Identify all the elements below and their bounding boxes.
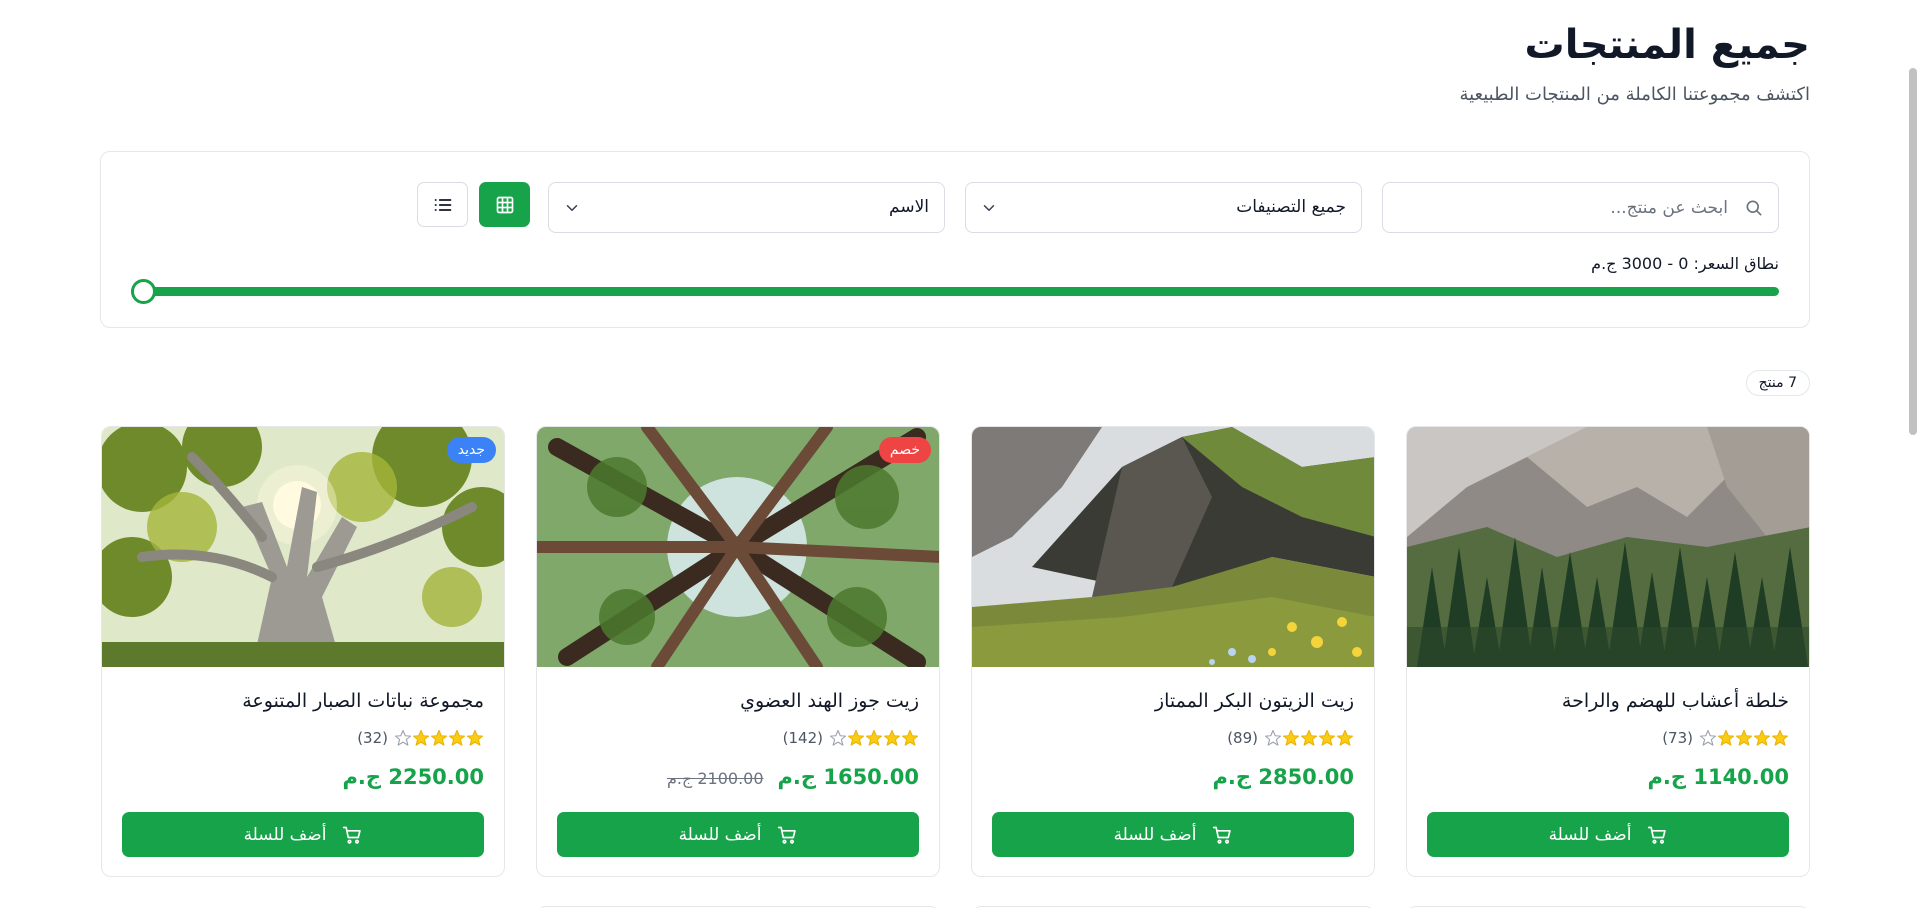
- list-view-button[interactable]: [417, 182, 468, 227]
- star-icon: [883, 729, 901, 746]
- rating-stars: [1699, 729, 1789, 747]
- star-icon: [1300, 729, 1318, 746]
- chevron-down-icon: [983, 205, 995, 211]
- product-price-row: 1140.00 ج.م: [1648, 765, 1789, 789]
- list-icon: [434, 198, 451, 211]
- sale-badge: خصم: [878, 437, 931, 463]
- product-rating: (32): [357, 729, 484, 747]
- filter-panel: جميع التصنيفات الاسم: [100, 151, 1810, 328]
- product-rating: (142): [783, 729, 919, 747]
- add-to-cart-label: أضف للسلة: [1548, 824, 1632, 845]
- product-price-row: 2250.00 ج.م: [343, 765, 484, 789]
- product-price-row: 2850.00 ج.م: [1213, 765, 1354, 789]
- star-icon: [829, 729, 847, 746]
- product-image[interactable]: خصم: [537, 427, 939, 667]
- results-count-badge: 7 منتج: [1745, 370, 1810, 396]
- sort-select[interactable]: الاسم: [548, 182, 945, 233]
- star-icon: [1771, 729, 1789, 746]
- chevron-down-icon: [566, 205, 578, 211]
- page-subtitle: اكتشف مجموعتنا الكاملة من المنتجات الطبي…: [1459, 84, 1810, 105]
- star-icon: [901, 729, 919, 746]
- add-to-cart-button[interactable]: أضف للسلة: [1427, 812, 1789, 857]
- product-price: 1650.00 ج.م: [777, 765, 919, 789]
- product-price: 2850.00 ج.م: [1212, 765, 1354, 789]
- star-icon: [1318, 729, 1336, 746]
- price-slider-track[interactable]: [131, 287, 1779, 296]
- rating-stars: [1264, 729, 1354, 747]
- search-field[interactable]: [1382, 182, 1779, 233]
- add-to-cart-button[interactable]: أضف للسلة: [122, 812, 484, 857]
- review-count: (73): [1662, 729, 1693, 747]
- product-image[interactable]: جديد: [102, 427, 504, 667]
- sort-select-value: الاسم: [889, 197, 929, 217]
- product-title[interactable]: خلطة أعشاب للهضم والراحة: [1562, 690, 1789, 712]
- price-slider-thumb[interactable]: [131, 279, 156, 304]
- star-icon: [865, 729, 883, 746]
- rating-stars: [829, 729, 919, 747]
- scrollbar-thumb[interactable]: [1909, 68, 1917, 435]
- cart-icon: [343, 826, 362, 844]
- star-icon: [1699, 729, 1717, 746]
- star-icon: [847, 729, 865, 746]
- category-select[interactable]: جميع التصنيفات: [965, 182, 1362, 233]
- star-icon: [1753, 729, 1771, 746]
- product-price: 2250.00 ج.م: [342, 765, 484, 789]
- product-rating: (89): [1227, 729, 1354, 747]
- product-old-price: 2100.00 ج.م: [666, 769, 764, 788]
- star-icon: [1282, 729, 1300, 746]
- star-icon: [466, 729, 484, 746]
- star-icon: [430, 729, 448, 746]
- mountain-meadow-image: [972, 427, 1374, 667]
- product-image[interactable]: [972, 427, 1374, 667]
- page-title: جميع المنتجات: [1524, 22, 1810, 68]
- category-select-value: جميع التصنيفات: [1236, 197, 1346, 217]
- review-count: (89): [1227, 729, 1258, 747]
- star-icon: [1264, 729, 1282, 746]
- page-scrollbar[interactable]: [1907, 0, 1919, 908]
- search-input[interactable]: [1398, 183, 1728, 232]
- cart-icon: [778, 826, 797, 844]
- tall-trees-upward-image: [537, 427, 939, 667]
- new-badge: جديد: [446, 437, 496, 463]
- product-rating: (73): [1662, 729, 1789, 747]
- product-card[interactable]: خصم زيت جوز الهند العضوي (142) 1650.00 ج…: [536, 426, 940, 877]
- product-price-row: 1650.00 ج.م 2100.00 ج.م: [667, 765, 919, 789]
- star-icon: [1717, 729, 1735, 746]
- product-title[interactable]: زيت الزيتون البكر الممتاز: [1155, 690, 1354, 712]
- granite-cliff-forest-image: [1407, 427, 1809, 667]
- sunlit-tree-image: [102, 427, 504, 667]
- add-to-cart-label: أضف للسلة: [1113, 824, 1197, 845]
- rating-stars: [394, 729, 484, 747]
- review-count: (142): [782, 729, 823, 747]
- grid-icon: [496, 196, 513, 213]
- star-icon: [448, 729, 466, 746]
- add-to-cart-button[interactable]: أضف للسلة: [992, 812, 1354, 857]
- search-icon: [1746, 200, 1762, 216]
- product-card[interactable]: خلطة أعشاب للهضم والراحة (73) 1140.00 ج.…: [1406, 426, 1810, 877]
- add-to-cart-label: أضف للسلة: [678, 824, 762, 845]
- product-title[interactable]: زيت جوز الهند العضوي: [740, 690, 919, 712]
- product-title[interactable]: مجموعة نباتات الصبار المتنوعة: [242, 690, 484, 712]
- star-icon: [1735, 729, 1753, 746]
- star-icon: [1336, 729, 1354, 746]
- product-image[interactable]: [1407, 427, 1809, 667]
- add-to-cart-button[interactable]: أضف للسلة: [557, 812, 919, 857]
- star-icon: [394, 729, 412, 746]
- add-to-cart-label: أضف للسلة: [243, 824, 327, 845]
- price-range-label: نطاق السعر: 0 - 3000 ج.م: [1591, 254, 1779, 273]
- product-card[interactable]: جديد مجموعة نباتات الصبار المتنوعة (32) …: [101, 426, 505, 877]
- product-price: 1140.00 ج.م: [1647, 765, 1789, 789]
- grid-view-button[interactable]: [479, 182, 530, 227]
- review-count: (32): [357, 729, 388, 747]
- cart-icon: [1648, 826, 1667, 844]
- product-card[interactable]: زيت الزيتون البكر الممتاز (89) 2850.00 ج…: [971, 426, 1375, 877]
- star-icon: [412, 729, 430, 746]
- cart-icon: [1213, 826, 1232, 844]
